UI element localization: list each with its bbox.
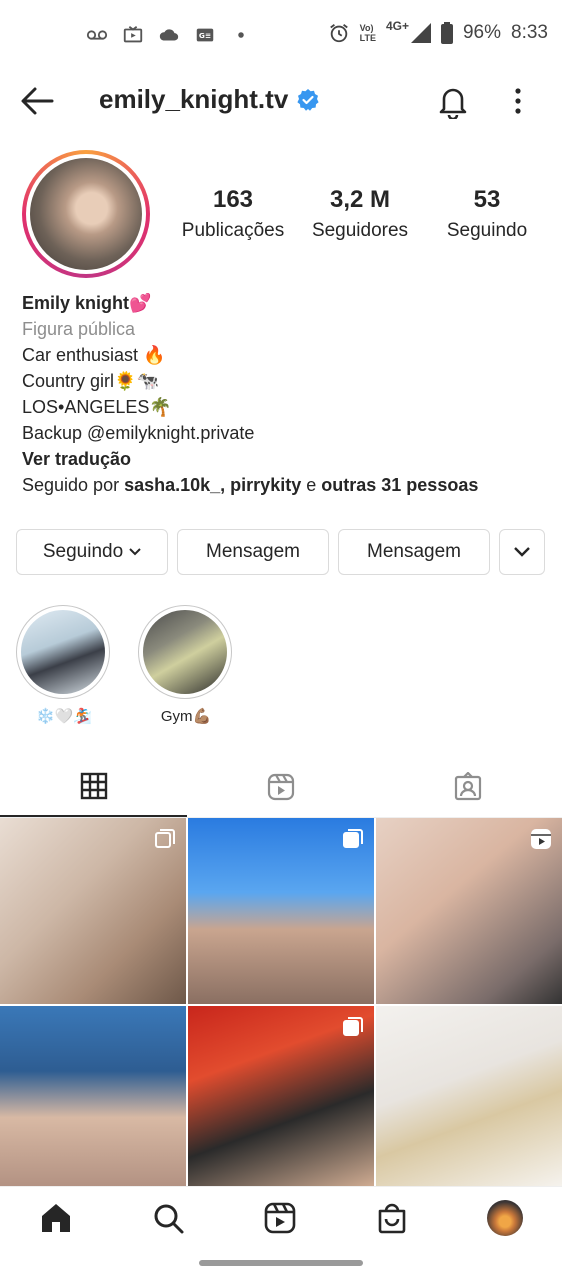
battery-icon xyxy=(440,22,453,44)
followed-by[interactable]: Seguido por sasha.10k_, pirrykity e outr… xyxy=(22,472,552,498)
reel-icon xyxy=(531,829,551,849)
bell-icon[interactable] xyxy=(436,83,470,119)
followed-by-prefix: Seguido por xyxy=(22,475,120,495)
bio-line: Country girl🌻🐄 xyxy=(22,371,159,391)
dot-icon xyxy=(238,32,244,38)
highlight-ring xyxy=(16,605,110,699)
profile-avatar[interactable] xyxy=(22,150,150,278)
stat-following[interactable]: 53 Seguindo xyxy=(424,186,550,242)
post-thumbnail[interactable] xyxy=(188,818,374,1004)
signal-icon xyxy=(410,23,431,43)
highlight-item[interactable]: Gym💪🏽 xyxy=(138,605,234,725)
reels-icon xyxy=(267,773,295,800)
following-label: Seguindo xyxy=(446,220,528,241)
bio-line-backup[interactable]: Backup @emilyknight.private xyxy=(22,420,552,446)
carousel-icon xyxy=(343,829,363,848)
battery-level: 96% xyxy=(462,22,502,43)
reels-icon[interactable] xyxy=(263,1201,297,1235)
bio-line: Car enthusiast 🔥 xyxy=(22,345,166,365)
voicemail-icon xyxy=(86,30,108,40)
display-name: Emily knight💕 xyxy=(22,293,152,313)
bottom-navigation xyxy=(0,1186,562,1248)
lte-label: LTE xyxy=(359,33,376,43)
posts-count: 163 xyxy=(212,186,254,213)
volte-label: Vo) xyxy=(359,23,374,33)
followers-label: Seguidores xyxy=(311,220,409,241)
highlight-label: Gym💪🏽 xyxy=(160,708,212,725)
following-count: 53 xyxy=(473,186,501,213)
profile-bio: Emily knight💕 Figura pública Car enthusi… xyxy=(22,290,552,498)
followed-by-others: outras 31 pessoas xyxy=(321,475,479,495)
followers-count: 3,2 M xyxy=(329,186,391,213)
suggested-accounts-button[interactable] xyxy=(499,529,545,575)
shop-icon[interactable] xyxy=(375,1201,409,1235)
profile-tabs xyxy=(0,756,562,818)
back-arrow-icon[interactable] xyxy=(20,84,54,118)
username: emily_knight.tv xyxy=(99,84,289,114)
profile-actions: Seguindo Mensagem Mensagem xyxy=(16,529,545,575)
message-button[interactable]: Mensagem xyxy=(177,529,329,575)
avatar-border xyxy=(26,154,146,274)
highlight-ring xyxy=(138,605,232,699)
username-container: emily_knight.tv xyxy=(99,84,320,115)
following-button-label: Seguindo xyxy=(42,541,124,562)
svg-text:G≡: G≡ xyxy=(199,31,211,40)
stat-posts[interactable]: 163 Publicações xyxy=(170,186,296,242)
profile-header: emily_knight.tv xyxy=(0,70,562,132)
posts-grid xyxy=(0,818,562,1192)
alarm-icon xyxy=(329,24,348,43)
home-indicator[interactable] xyxy=(199,1260,363,1266)
avatar-image xyxy=(30,158,142,270)
chevron-down-icon xyxy=(129,548,141,556)
tab-posts-grid[interactable] xyxy=(0,756,188,817)
gmail-box-icon: G≡ xyxy=(196,28,214,42)
following-button[interactable]: Seguindo xyxy=(16,529,168,575)
clock: 8:33 xyxy=(511,22,548,43)
network-type: 4G+ xyxy=(385,19,409,33)
status-bar: G≡ Vo) LTE 4G+ 96% 8:33 xyxy=(0,0,562,70)
carousel-icon xyxy=(155,829,175,848)
post-thumbnail[interactable] xyxy=(188,1006,374,1192)
volte-indicator: Vo) LTE xyxy=(360,23,376,43)
bio-line: LOS•ANGELES🌴 xyxy=(22,397,172,417)
notification-icons: G≡ xyxy=(86,24,252,46)
search-icon[interactable] xyxy=(151,1201,185,1235)
message-button-secondary[interactable]: Mensagem xyxy=(338,529,490,575)
posts-label: Publicações xyxy=(181,220,285,241)
story-highlights: ❄️🤍🏂 Gym💪🏽 xyxy=(16,605,234,725)
translate-link[interactable]: Ver tradução xyxy=(22,446,552,472)
tab-tagged[interactable] xyxy=(375,756,562,817)
home-icon[interactable] xyxy=(39,1201,73,1235)
profile-stats: 163 Publicações 3,2 M Seguidores 53 Segu… xyxy=(170,186,550,242)
more-options-icon[interactable] xyxy=(504,84,532,118)
highlight-cover xyxy=(21,610,105,694)
post-thumbnail[interactable] xyxy=(376,1006,562,1192)
category-label: Figura pública xyxy=(22,319,136,339)
post-thumbnail[interactable] xyxy=(0,1006,186,1192)
post-thumbnail[interactable] xyxy=(0,818,186,1004)
chevron-down-icon xyxy=(514,547,530,557)
system-status: Vo) LTE 4G+ 96% 8:33 xyxy=(328,19,548,44)
stat-followers[interactable]: 3,2 M Seguidores xyxy=(297,186,423,242)
profile-avatar-nav[interactable] xyxy=(487,1199,523,1236)
followed-by-join: e xyxy=(306,475,317,495)
highlight-label: ❄️🤍🏂 xyxy=(35,708,93,725)
highlight-cover xyxy=(143,610,227,694)
verified-badge-icon xyxy=(297,88,319,111)
carousel-icon xyxy=(343,1017,363,1036)
tab-reels[interactable] xyxy=(187,756,374,817)
followed-by-users: sasha.10k_, pirrykity xyxy=(124,475,302,495)
grid-icon xyxy=(80,772,107,799)
post-thumbnail[interactable] xyxy=(376,818,562,1004)
highlight-item[interactable]: ❄️🤍🏂 xyxy=(16,605,112,725)
cloud-icon xyxy=(159,29,179,41)
tagged-icon xyxy=(455,771,482,800)
tv-icon xyxy=(123,26,143,43)
